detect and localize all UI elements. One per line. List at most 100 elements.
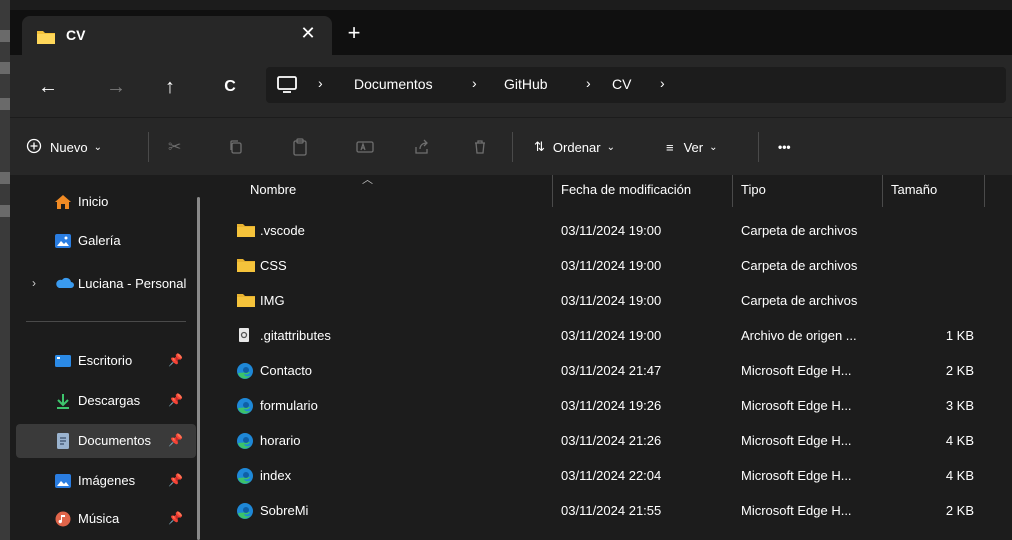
edge-icon <box>236 362 256 379</box>
table-row[interactable]: index 03/11/2024 22:04 Microsoft Edge H...… <box>230 457 1000 492</box>
pin-icon[interactable]: 📌 <box>168 393 183 407</box>
edge-icon <box>236 467 256 484</box>
table-row[interactable]: IMG 03/11/2024 19:00 Carpeta de archivos <box>230 282 1000 317</box>
file-name: SobreMi <box>260 503 309 518</box>
sort-button-label: Ordenar <box>552 139 601 155</box>
file-size: 4 KB <box>945 433 974 448</box>
sidebar-item-label: Inicio <box>78 194 109 209</box>
onedrive-icon <box>54 276 74 292</box>
file-type: Archivo de origen ... <box>741 328 857 343</box>
pin-icon[interactable]: 📌 <box>168 433 183 447</box>
file-date: 03/11/2024 19:00 <box>561 223 662 238</box>
share-icon[interactable] <box>414 136 430 158</box>
tab-title: CV <box>66 27 86 43</box>
pictures-icon <box>54 473 72 489</box>
file-type: Microsoft Edge H... <box>741 363 852 378</box>
sidebar-item-documentos[interactable]: Documentos 📌 <box>16 424 196 458</box>
file-name: .vscode <box>260 223 305 238</box>
breadcrumb-documentos[interactable]: Documentos <box>354 76 433 92</box>
column-header-name[interactable]: Nombre <box>250 182 296 197</box>
column-header-size[interactable]: Tamaño <box>891 182 937 197</box>
file-type: Carpeta de archivos <box>741 258 858 273</box>
back-button[interactable]: ← <box>34 73 62 101</box>
file-date: 03/11/2024 21:47 <box>561 363 662 378</box>
chevron-right-icon: › <box>472 75 477 91</box>
file-date: 03/11/2024 19:00 <box>561 258 662 273</box>
documents-icon <box>54 433 72 449</box>
folder-icon <box>36 29 56 48</box>
file-name: Contacto <box>260 363 313 378</box>
forward-button[interactable]: → <box>102 73 130 101</box>
file-date: 03/11/2024 22:04 <box>561 468 662 483</box>
chevron-right-icon: › <box>586 75 591 91</box>
command-bar: Nuevo ⌄ ✂ ⇅ Ordenar ⌄ ≡ Ver ⌄ ••• <box>10 117 1012 175</box>
file-type: Microsoft Edge H... <box>741 398 852 413</box>
sidebar-divider <box>26 321 186 322</box>
refresh-button[interactable]: C <box>216 73 244 101</box>
column-header-date[interactable]: Fecha de modificación <box>561 182 691 197</box>
sidebar-item-label: Galería <box>78 233 121 248</box>
new-tab-button[interactable]: + <box>342 22 366 44</box>
sidebar-item-inicio[interactable]: Inicio <box>16 185 196 219</box>
file-type: Microsoft Edge H... <box>741 468 852 483</box>
copy-icon[interactable] <box>228 136 244 158</box>
table-row[interactable]: Contacto 03/11/2024 21:47 Microsoft Edge H… <box>230 352 1000 387</box>
new-button[interactable]: Nuevo ⌄ <box>26 136 102 158</box>
file-date: 03/11/2024 21:26 <box>561 433 662 448</box>
file-size: 2 KB <box>945 363 974 378</box>
background-window-edge <box>0 0 10 540</box>
breadcrumb-cv[interactable]: CV <box>612 76 631 92</box>
file-size: 1 KB <box>945 328 974 343</box>
sort-button[interactable]: ⇅ Ordenar ⌄ <box>534 136 615 158</box>
sidebar-item-escritorio[interactable]: Escritorio 📌 <box>16 344 196 378</box>
sidebar-item-onedrive[interactable]: Luciana - Personal <box>16 267 196 301</box>
home-icon <box>54 194 72 210</box>
file-name: index <box>260 468 292 483</box>
music-icon <box>54 511 72 527</box>
tab-cv[interactable]: CV ✕ <box>22 16 332 55</box>
delete-icon[interactable] <box>472 136 488 158</box>
file-name: .gitattributes <box>260 328 331 343</box>
chevron-right-icon: › <box>318 75 323 91</box>
sidebar-item-imagenes[interactable]: Imágenes 📌 <box>16 464 196 498</box>
file-date: 03/11/2024 19:00 <box>561 293 662 308</box>
paste-icon[interactable] <box>292 136 308 158</box>
file-type: Carpeta de archivos <box>741 293 858 308</box>
file-date: 03/11/2024 21:55 <box>561 503 662 518</box>
chevron-right-icon: › <box>660 75 665 91</box>
table-row[interactable]: SobreMi 03/11/2024 21:55 Microsoft Edge H.… <box>230 492 1000 527</box>
edge-icon <box>236 432 256 449</box>
file-type: Microsoft Edge H... <box>741 503 852 518</box>
sidebar-item-label: Luciana - Personal <box>78 276 187 291</box>
pin-icon[interactable]: 📌 <box>168 473 183 487</box>
table-row[interactable]: CSS 03/11/2024 19:00 Carpeta de archivos <box>230 247 1000 282</box>
sidebar-scrollbar[interactable] <box>197 197 200 540</box>
rename-icon[interactable] <box>356 136 374 158</box>
up-button[interactable]: ↑ <box>156 73 184 101</box>
table-row[interactable]: formulario 03/11/2024 19:26 Microsoft Edge… <box>230 387 1000 422</box>
sidebar-item-galeria[interactable]: Galería <box>16 224 196 258</box>
more-options-button[interactable]: ••• <box>778 136 791 158</box>
column-header-type[interactable]: Tipo <box>741 182 766 197</box>
file-type: Microsoft Edge H... <box>741 433 852 448</box>
chevron-down-icon: ⌄ <box>93 141 102 153</box>
sidebar-item-musica[interactable]: Música 📌 <box>16 502 196 536</box>
view-button-label: Ver <box>683 139 704 155</box>
folder-icon <box>236 222 256 238</box>
navigation-pane: Inicio Galería › Luciana - Personal Escr… <box>10 175 210 540</box>
view-button[interactable]: ≡ Ver ⌄ <box>666 136 718 158</box>
address-bar[interactable]: › Documentos › GitHub › CV › <box>266 67 1006 103</box>
tab-bar: CV ✕ + <box>10 10 1012 55</box>
pin-icon[interactable]: 📌 <box>168 353 183 367</box>
table-row[interactable]: .vscode 03/11/2024 19:00 Carpeta de archiv… <box>230 212 1000 247</box>
breadcrumb-github[interactable]: GitHub <box>504 76 548 92</box>
pin-icon[interactable]: 📌 <box>168 511 183 525</box>
view-list-icon: ≡ <box>666 139 674 155</box>
table-row[interactable]: .gitattributes 03/11/2024 19:00 Archivo de… <box>230 317 1000 352</box>
file-name: horario <box>260 433 301 448</box>
sidebar-item-descargas[interactable]: Descargas 📌 <box>16 384 196 418</box>
table-row[interactable]: horario 03/11/2024 21:26 Microsoft Edge H.… <box>230 422 1000 457</box>
file-name: IMG <box>260 293 285 308</box>
cut-icon[interactable]: ✂ <box>168 136 181 158</box>
close-tab-button[interactable]: ✕ <box>297 23 319 44</box>
